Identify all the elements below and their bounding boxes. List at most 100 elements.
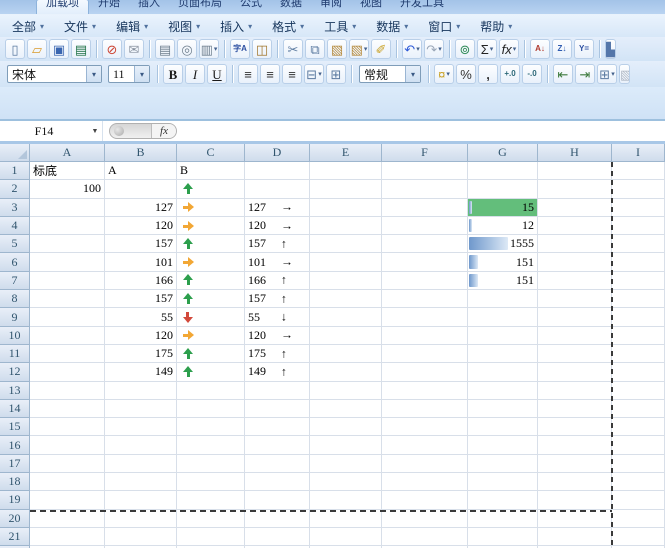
formula-input[interactable] — [177, 121, 665, 141]
cell-H6[interactable] — [538, 253, 612, 271]
cell-D15[interactable] — [245, 418, 310, 436]
cell-B19[interactable] — [105, 491, 177, 509]
cell-F13[interactable] — [382, 382, 468, 400]
copy-button[interactable]: ⧉ — [305, 39, 325, 59]
cell-E10[interactable] — [310, 327, 382, 345]
cell-C3[interactable] — [177, 199, 245, 217]
font-size-combo[interactable]: 11▾ — [108, 65, 150, 83]
cell-H18[interactable] — [538, 473, 612, 491]
cell-F19[interactable] — [382, 491, 468, 509]
cell-G14[interactable] — [468, 400, 538, 418]
row-header-15[interactable]: 15 — [0, 418, 30, 436]
row-header-16[interactable]: 16 — [0, 436, 30, 454]
row-header-3[interactable]: 3 — [0, 199, 30, 217]
cell-I2[interactable] — [612, 180, 665, 198]
ribbon-tab-formulas[interactable]: 公式 — [231, 0, 271, 14]
cell-B8[interactable]: 157 — [105, 290, 177, 308]
cell-A21[interactable] — [30, 528, 105, 546]
row-header-1[interactable]: 1 — [0, 162, 30, 180]
ribbon-tab-home[interactable]: 开始 — [89, 0, 129, 14]
cell-C1[interactable]: B — [177, 162, 245, 180]
research-button[interactable]: ◫ — [252, 39, 272, 59]
sort-ascending-button[interactable]: A↓ — [530, 39, 550, 59]
print-preview-button[interactable]: ◎ — [177, 39, 197, 59]
cell-H21[interactable] — [538, 528, 612, 546]
save-button[interactable]: ▣ — [49, 39, 69, 59]
cell-C21[interactable] — [177, 528, 245, 546]
cell-G17[interactable] — [468, 455, 538, 473]
select-all-corner[interactable] — [0, 144, 30, 162]
cell-F21[interactable] — [382, 528, 468, 546]
cell-H3[interactable] — [538, 199, 612, 217]
cell-A13[interactable] — [30, 382, 105, 400]
column-header-G[interactable]: G — [468, 144, 538, 162]
column-header-H[interactable]: H — [538, 144, 612, 162]
cell-I10[interactable] — [612, 327, 665, 345]
cell-E16[interactable] — [310, 436, 382, 454]
cell-A2[interactable]: 100 — [30, 180, 105, 198]
cell-D5[interactable]: 157↑ — [245, 235, 310, 253]
formula-bar-handle[interactable] — [114, 126, 124, 136]
cell-I4[interactable] — [612, 217, 665, 235]
cell-C14[interactable] — [177, 400, 245, 418]
cell-F9[interactable] — [382, 308, 468, 326]
cell-I14[interactable] — [612, 400, 665, 418]
column-header-D[interactable]: D — [245, 144, 310, 162]
align-center-button[interactable]: ≡ — [260, 64, 280, 84]
increase-indent-button[interactable]: ⇥ — [575, 64, 595, 84]
undo-button[interactable]: ↶▾ — [402, 39, 422, 59]
cell-D11[interactable]: 175↑ — [245, 345, 310, 363]
cell-E13[interactable] — [310, 382, 382, 400]
cell-F12[interactable] — [382, 363, 468, 381]
cell-E11[interactable] — [310, 345, 382, 363]
increase-decimal-button[interactable]: +.0 — [500, 64, 520, 84]
cell-F7[interactable] — [382, 272, 468, 290]
cell-G5[interactable]: 1555 — [468, 235, 538, 253]
autosum-button[interactable]: Σ▾ — [477, 39, 497, 59]
cell-G6[interactable]: 151 — [468, 253, 538, 271]
cell-D20[interactable] — [245, 510, 310, 528]
open-button[interactable]: ▱ — [27, 39, 47, 59]
cell-I6[interactable] — [612, 253, 665, 271]
cell-D2[interactable] — [245, 180, 310, 198]
cell-C19[interactable] — [177, 491, 245, 509]
cell-A4[interactable] — [30, 217, 105, 235]
print-setup-button[interactable]: ▥▾ — [199, 39, 219, 59]
cell-A10[interactable] — [30, 327, 105, 345]
cell-C15[interactable] — [177, 418, 245, 436]
cell-D9[interactable]: 55↓ — [245, 308, 310, 326]
row-header-18[interactable]: 18 — [0, 473, 30, 491]
cell-D12[interactable]: 149↑ — [245, 363, 310, 381]
cell-H16[interactable] — [538, 436, 612, 454]
cell-C18[interactable] — [177, 473, 245, 491]
cell-I19[interactable] — [612, 491, 665, 509]
decrease-indent-button[interactable]: ⇤ — [553, 64, 573, 84]
format-painter-button[interactable]: ✐ — [371, 39, 391, 59]
cell-B18[interactable] — [105, 473, 177, 491]
percent-style-button[interactable]: % — [456, 64, 476, 84]
permission-button[interactable]: ⊘ — [102, 39, 122, 59]
menu-all[interactable]: 全部▾ — [2, 16, 54, 36]
cell-A14[interactable] — [30, 400, 105, 418]
cell-H2[interactable] — [538, 180, 612, 198]
cell-E5[interactable] — [310, 235, 382, 253]
row-header-21[interactable]: 21 — [0, 528, 30, 546]
menu-tools[interactable]: 工具▾ — [314, 16, 366, 36]
cell-A15[interactable] — [30, 418, 105, 436]
cell-H13[interactable] — [538, 382, 612, 400]
chevron-down-icon[interactable]: ▾ — [86, 66, 101, 82]
cell-D7[interactable]: 166↑ — [245, 272, 310, 290]
column-header-F[interactable]: F — [382, 144, 468, 162]
menu-window[interactable]: 窗口▾ — [418, 16, 470, 36]
comma-style-button[interactable]: , — [478, 64, 498, 84]
cell-C13[interactable] — [177, 382, 245, 400]
cell-E18[interactable] — [310, 473, 382, 491]
cell-I18[interactable] — [612, 473, 665, 491]
spelling-button[interactable]: 字A — [230, 39, 250, 59]
chart-button[interactable]: ▙ — [605, 39, 616, 59]
cell-D10[interactable]: 120→ — [245, 327, 310, 345]
cell-E4[interactable] — [310, 217, 382, 235]
cell-G2[interactable] — [468, 180, 538, 198]
cell-D13[interactable] — [245, 382, 310, 400]
ribbon-tab-insert[interactable]: 插入 — [129, 0, 169, 14]
